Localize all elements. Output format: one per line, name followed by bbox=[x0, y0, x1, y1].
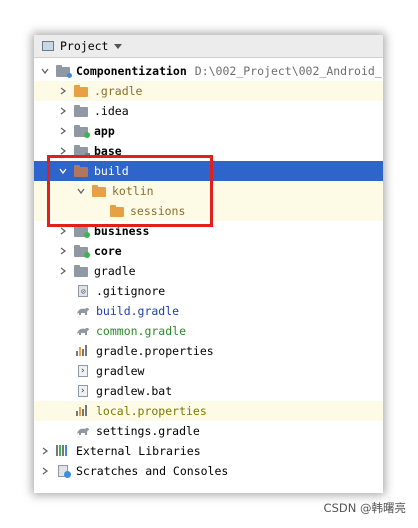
tree-row-build-gradle[interactable]: build.gradle bbox=[34, 301, 383, 321]
tree-row-dot-gradle[interactable]: .gradle bbox=[34, 81, 383, 101]
project-tree: Componentization D:\002_Project\002_Andr… bbox=[34, 61, 383, 481]
shell-file-icon: › bbox=[76, 365, 90, 377]
tree-row-local-properties[interactable]: local.properties bbox=[34, 401, 383, 421]
project-panel-title[interactable]: Project bbox=[60, 39, 108, 53]
scratches-icon bbox=[56, 465, 71, 478]
tree-row-idea[interactable]: .idea bbox=[34, 101, 383, 121]
gradle-file-icon bbox=[76, 325, 90, 337]
tree-row-gradlew[interactable]: › gradlew bbox=[34, 361, 383, 381]
tree-row-external-libraries[interactable]: External Libraries bbox=[34, 441, 383, 461]
folder-icon bbox=[74, 105, 88, 117]
tree-label: Scratches and Consoles bbox=[76, 464, 229, 478]
tree-label: Componentization bbox=[76, 64, 187, 78]
tree-label: gradlew.bat bbox=[96, 384, 173, 398]
chevron-right-icon[interactable] bbox=[40, 466, 50, 476]
project-tool-window: Project Componentization D:\002_Project\… bbox=[34, 35, 383, 493]
bat-file-icon: › bbox=[76, 385, 90, 397]
tree-row-common-gradle[interactable]: common.gradle bbox=[34, 321, 383, 341]
tree-label: gradlew bbox=[96, 364, 145, 378]
tree-row-app[interactable]: app bbox=[34, 121, 383, 141]
chevron-right-icon[interactable] bbox=[40, 446, 50, 456]
tree-row-core[interactable]: core bbox=[34, 241, 383, 261]
chevron-right-icon[interactable] bbox=[58, 226, 68, 236]
properties-file-icon bbox=[76, 405, 90, 417]
module-folder-icon bbox=[56, 65, 72, 78]
watermark: CSDN @韩曙亮 bbox=[323, 501, 406, 515]
tree-row-scratches[interactable]: Scratches and Consoles bbox=[34, 461, 383, 481]
project-window-icon bbox=[42, 41, 54, 51]
tree-label: build.gradle bbox=[96, 304, 180, 318]
tree-row-gradlew-bat[interactable]: › gradlew.bat bbox=[34, 381, 383, 401]
tree-row-gitignore[interactable]: ⊘ .gitignore bbox=[34, 281, 383, 301]
tree-label: local.properties bbox=[96, 404, 207, 418]
chevron-right-icon[interactable] bbox=[58, 106, 68, 116]
tree-label: .idea bbox=[94, 104, 129, 118]
gitignore-file-icon: ⊘ bbox=[76, 285, 90, 297]
module-folder-icon bbox=[74, 245, 90, 258]
chevron-right-icon[interactable] bbox=[58, 86, 68, 96]
tree-row-settings-gradle[interactable]: settings.gradle bbox=[34, 421, 383, 441]
gradle-file-icon bbox=[76, 425, 90, 437]
annotation-highlight-box bbox=[47, 155, 213, 227]
tree-row-componentization[interactable]: Componentization D:\002_Project\002_Andr… bbox=[34, 61, 383, 81]
tree-row-gradle-properties[interactable]: gradle.properties bbox=[34, 341, 383, 361]
tree-label: settings.gradle bbox=[96, 424, 200, 438]
tree-label: app bbox=[94, 124, 115, 138]
tree-label: External Libraries bbox=[76, 444, 201, 458]
module-folder-icon bbox=[74, 125, 90, 138]
tree-label: .gitignore bbox=[96, 284, 166, 298]
tree-label: core bbox=[94, 244, 122, 258]
folder-icon bbox=[74, 85, 88, 97]
folder-icon bbox=[74, 265, 88, 277]
project-path: D:\002_Project\002_Android_ bbox=[194, 64, 382, 78]
tree-label: gradle bbox=[94, 264, 136, 278]
project-panel-header: Project bbox=[34, 35, 383, 58]
chevron-right-icon[interactable] bbox=[58, 246, 68, 256]
gradle-file-icon bbox=[76, 305, 90, 317]
properties-file-icon bbox=[76, 345, 90, 357]
tree-label: gradle.properties bbox=[96, 344, 214, 358]
libraries-icon bbox=[56, 445, 70, 457]
tree-row-gradle[interactable]: gradle bbox=[34, 261, 383, 281]
chevron-right-icon[interactable] bbox=[58, 126, 68, 136]
chevron-down-icon[interactable] bbox=[40, 66, 50, 76]
tree-label: common.gradle bbox=[96, 324, 187, 338]
tree-label: .gradle bbox=[94, 84, 143, 98]
chevron-right-icon[interactable] bbox=[58, 266, 68, 276]
view-dropdown-caret-icon[interactable] bbox=[114, 43, 123, 49]
